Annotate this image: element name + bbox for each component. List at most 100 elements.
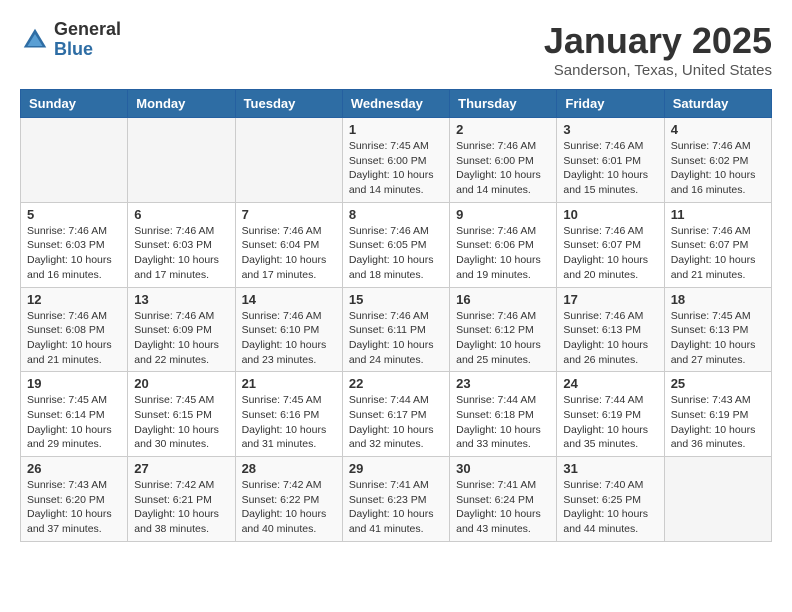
day-number: 1 bbox=[349, 122, 443, 137]
day-number: 29 bbox=[349, 461, 443, 476]
day-info: Sunrise: 7:40 AM Sunset: 6:25 PM Dayligh… bbox=[563, 478, 657, 537]
logo-blue-text: Blue bbox=[54, 39, 93, 59]
calendar-day-cell: 7Sunrise: 7:46 AM Sunset: 6:04 PM Daylig… bbox=[235, 202, 342, 287]
day-info: Sunrise: 7:46 AM Sunset: 6:11 PM Dayligh… bbox=[349, 309, 443, 368]
calendar-day-cell: 21 Sunrise: 7:45 AM Sunset: 6:16 PM Dayli… bbox=[235, 372, 342, 457]
day-number: 24 bbox=[563, 376, 657, 391]
logo-icon bbox=[20, 25, 50, 55]
day-number: 12 bbox=[27, 292, 121, 307]
calendar-day-cell: 13 Sunrise: 7:46 AM Sunset: 6:09 PM Dayli… bbox=[128, 287, 235, 372]
calendar-day-cell: 17Sunrise: 7:46 AM Sunset: 6:13 PM Dayli… bbox=[557, 287, 664, 372]
day-number: 5 bbox=[27, 207, 121, 222]
calendar-day-cell: 5 Sunrise: 7:46 AM Sunset: 6:03 PM Daylig… bbox=[21, 202, 128, 287]
day-info: Sunrise: 7:46 AM Sunset: 6:05 PM Dayligh… bbox=[349, 224, 443, 283]
calendar-day-cell bbox=[235, 118, 342, 203]
day-number: 25 bbox=[671, 376, 765, 391]
calendar-day-cell: 6 Sunrise: 7:46 AM Sunset: 6:03 PM Daylig… bbox=[128, 202, 235, 287]
day-number: 20 bbox=[134, 376, 228, 391]
calendar-day-cell: 27 Sunrise: 7:42 AM Sunset: 6:21 PM Dayli… bbox=[128, 457, 235, 542]
day-number: 11 bbox=[671, 207, 765, 222]
day-number: 21 bbox=[242, 376, 336, 391]
calendar-day-cell: 20Sunrise: 7:45 AM Sunset: 6:15 PM Dayli… bbox=[128, 372, 235, 457]
day-of-week-header: Sunday bbox=[21, 90, 128, 118]
calendar-day-cell: 19Sunrise: 7:45 AM Sunset: 6:14 PM Dayli… bbox=[21, 372, 128, 457]
calendar-day-cell bbox=[21, 118, 128, 203]
calendar-day-cell: 31 Sunrise: 7:40 AM Sunset: 6:25 PM Dayli… bbox=[557, 457, 664, 542]
calendar-day-cell: 30Sunrise: 7:41 AM Sunset: 6:24 PM Dayli… bbox=[450, 457, 557, 542]
calendar-day-cell: 11 Sunrise: 7:46 AM Sunset: 6:07 PM Dayli… bbox=[664, 202, 771, 287]
day-info: Sunrise: 7:44 AM Sunset: 6:17 PM Dayligh… bbox=[349, 393, 443, 452]
calendar-day-cell: 10Sunrise: 7:46 AM Sunset: 6:07 PM Dayli… bbox=[557, 202, 664, 287]
calendar-header: SundayMondayTuesdayWednesdayThursdayFrid… bbox=[21, 90, 772, 118]
day-info: Sunrise: 7:46 AM Sunset: 6:07 PM Dayligh… bbox=[671, 224, 765, 283]
title-block: January 2025 Sanderson, Texas, United St… bbox=[544, 20, 772, 79]
day-number: 16 bbox=[456, 292, 550, 307]
day-info: Sunrise: 7:45 AM Sunset: 6:13 PM Dayligh… bbox=[671, 309, 765, 368]
calendar-day-cell: 8 Sunrise: 7:46 AM Sunset: 6:05 PM Daylig… bbox=[342, 202, 449, 287]
day-number: 4 bbox=[671, 122, 765, 137]
day-number: 27 bbox=[134, 461, 228, 476]
day-info: Sunrise: 7:45 AM Sunset: 6:00 PM Dayligh… bbox=[349, 139, 443, 198]
calendar-subtitle: Sanderson, Texas, United States bbox=[544, 62, 772, 79]
calendar-day-cell: 15Sunrise: 7:46 AM Sunset: 6:11 PM Dayli… bbox=[342, 287, 449, 372]
day-info: Sunrise: 7:43 AM Sunset: 6:19 PM Dayligh… bbox=[671, 393, 765, 452]
day-info: Sunrise: 7:46 AM Sunset: 6:10 PM Dayligh… bbox=[242, 309, 336, 368]
calendar-day-cell: 18 Sunrise: 7:45 AM Sunset: 6:13 PM Dayli… bbox=[664, 287, 771, 372]
day-number: 2 bbox=[456, 122, 550, 137]
day-info: Sunrise: 7:46 AM Sunset: 6:13 PM Dayligh… bbox=[563, 309, 657, 368]
day-of-week-header: Wednesday bbox=[342, 90, 449, 118]
logo: General Blue bbox=[20, 20, 121, 60]
calendar-day-cell: 12 Sunrise: 7:46 AM Sunset: 6:08 PM Dayli… bbox=[21, 287, 128, 372]
calendar-day-cell: 28Sunrise: 7:42 AM Sunset: 6:22 PM Dayli… bbox=[235, 457, 342, 542]
calendar-day-cell: 25 Sunrise: 7:43 AM Sunset: 6:19 PM Dayli… bbox=[664, 372, 771, 457]
day-info: Sunrise: 7:43 AM Sunset: 6:20 PM Dayligh… bbox=[27, 478, 121, 537]
day-of-week-header: Friday bbox=[557, 90, 664, 118]
day-info: Sunrise: 7:46 AM Sunset: 6:09 PM Dayligh… bbox=[134, 309, 228, 368]
day-number: 10 bbox=[563, 207, 657, 222]
page-header: General Blue January 2025 Sanderson, Tex… bbox=[20, 20, 772, 79]
day-info: Sunrise: 7:45 AM Sunset: 6:16 PM Dayligh… bbox=[242, 393, 336, 452]
calendar-week-row: 12 Sunrise: 7:46 AM Sunset: 6:08 PM Dayli… bbox=[21, 287, 772, 372]
day-info: Sunrise: 7:46 AM Sunset: 6:12 PM Dayligh… bbox=[456, 309, 550, 368]
day-of-week-header: Monday bbox=[128, 90, 235, 118]
calendar-title: January 2025 bbox=[544, 20, 772, 62]
day-info: Sunrise: 7:46 AM Sunset: 6:06 PM Dayligh… bbox=[456, 224, 550, 283]
calendar-day-cell: 24 Sunrise: 7:44 AM Sunset: 6:19 PM Dayli… bbox=[557, 372, 664, 457]
day-info: Sunrise: 7:42 AM Sunset: 6:21 PM Dayligh… bbox=[134, 478, 228, 537]
calendar-day-cell bbox=[664, 457, 771, 542]
day-info: Sunrise: 7:46 AM Sunset: 6:04 PM Dayligh… bbox=[242, 224, 336, 283]
calendar-week-row: 19Sunrise: 7:45 AM Sunset: 6:14 PM Dayli… bbox=[21, 372, 772, 457]
day-info: Sunrise: 7:42 AM Sunset: 6:22 PM Dayligh… bbox=[242, 478, 336, 537]
day-number: 6 bbox=[134, 207, 228, 222]
day-info: Sunrise: 7:46 AM Sunset: 6:00 PM Dayligh… bbox=[456, 139, 550, 198]
day-number: 14 bbox=[242, 292, 336, 307]
calendar-day-cell: 23Sunrise: 7:44 AM Sunset: 6:18 PM Dayli… bbox=[450, 372, 557, 457]
day-number: 13 bbox=[134, 292, 228, 307]
day-info: Sunrise: 7:44 AM Sunset: 6:19 PM Dayligh… bbox=[563, 393, 657, 452]
calendar-day-cell: 4 Sunrise: 7:46 AM Sunset: 6:02 PM Daylig… bbox=[664, 118, 771, 203]
day-info: Sunrise: 7:46 AM Sunset: 6:03 PM Dayligh… bbox=[134, 224, 228, 283]
day-number: 22 bbox=[349, 376, 443, 391]
day-number: 3 bbox=[563, 122, 657, 137]
calendar-day-cell: 1 Sunrise: 7:45 AM Sunset: 6:00 PM Daylig… bbox=[342, 118, 449, 203]
day-of-week-header: Saturday bbox=[664, 90, 771, 118]
day-info: Sunrise: 7:41 AM Sunset: 6:23 PM Dayligh… bbox=[349, 478, 443, 537]
calendar-week-row: 1 Sunrise: 7:45 AM Sunset: 6:00 PM Daylig… bbox=[21, 118, 772, 203]
calendar-week-row: 26Sunrise: 7:43 AM Sunset: 6:20 PM Dayli… bbox=[21, 457, 772, 542]
calendar-week-row: 5 Sunrise: 7:46 AM Sunset: 6:03 PM Daylig… bbox=[21, 202, 772, 287]
day-number: 31 bbox=[563, 461, 657, 476]
day-info: Sunrise: 7:46 AM Sunset: 6:02 PM Dayligh… bbox=[671, 139, 765, 198]
calendar-day-cell: 3Sunrise: 7:46 AM Sunset: 6:01 PM Daylig… bbox=[557, 118, 664, 203]
day-of-week-header: Tuesday bbox=[235, 90, 342, 118]
calendar-day-cell bbox=[128, 118, 235, 203]
calendar-day-cell: 22 Sunrise: 7:44 AM Sunset: 6:17 PM Dayli… bbox=[342, 372, 449, 457]
day-info: Sunrise: 7:45 AM Sunset: 6:14 PM Dayligh… bbox=[27, 393, 121, 452]
day-number: 18 bbox=[671, 292, 765, 307]
day-info: Sunrise: 7:46 AM Sunset: 6:03 PM Dayligh… bbox=[27, 224, 121, 283]
day-of-week-header: Thursday bbox=[450, 90, 557, 118]
day-info: Sunrise: 7:46 AM Sunset: 6:08 PM Dayligh… bbox=[27, 309, 121, 368]
day-number: 23 bbox=[456, 376, 550, 391]
day-number: 9 bbox=[456, 207, 550, 222]
day-number: 8 bbox=[349, 207, 443, 222]
day-info: Sunrise: 7:41 AM Sunset: 6:24 PM Dayligh… bbox=[456, 478, 550, 537]
